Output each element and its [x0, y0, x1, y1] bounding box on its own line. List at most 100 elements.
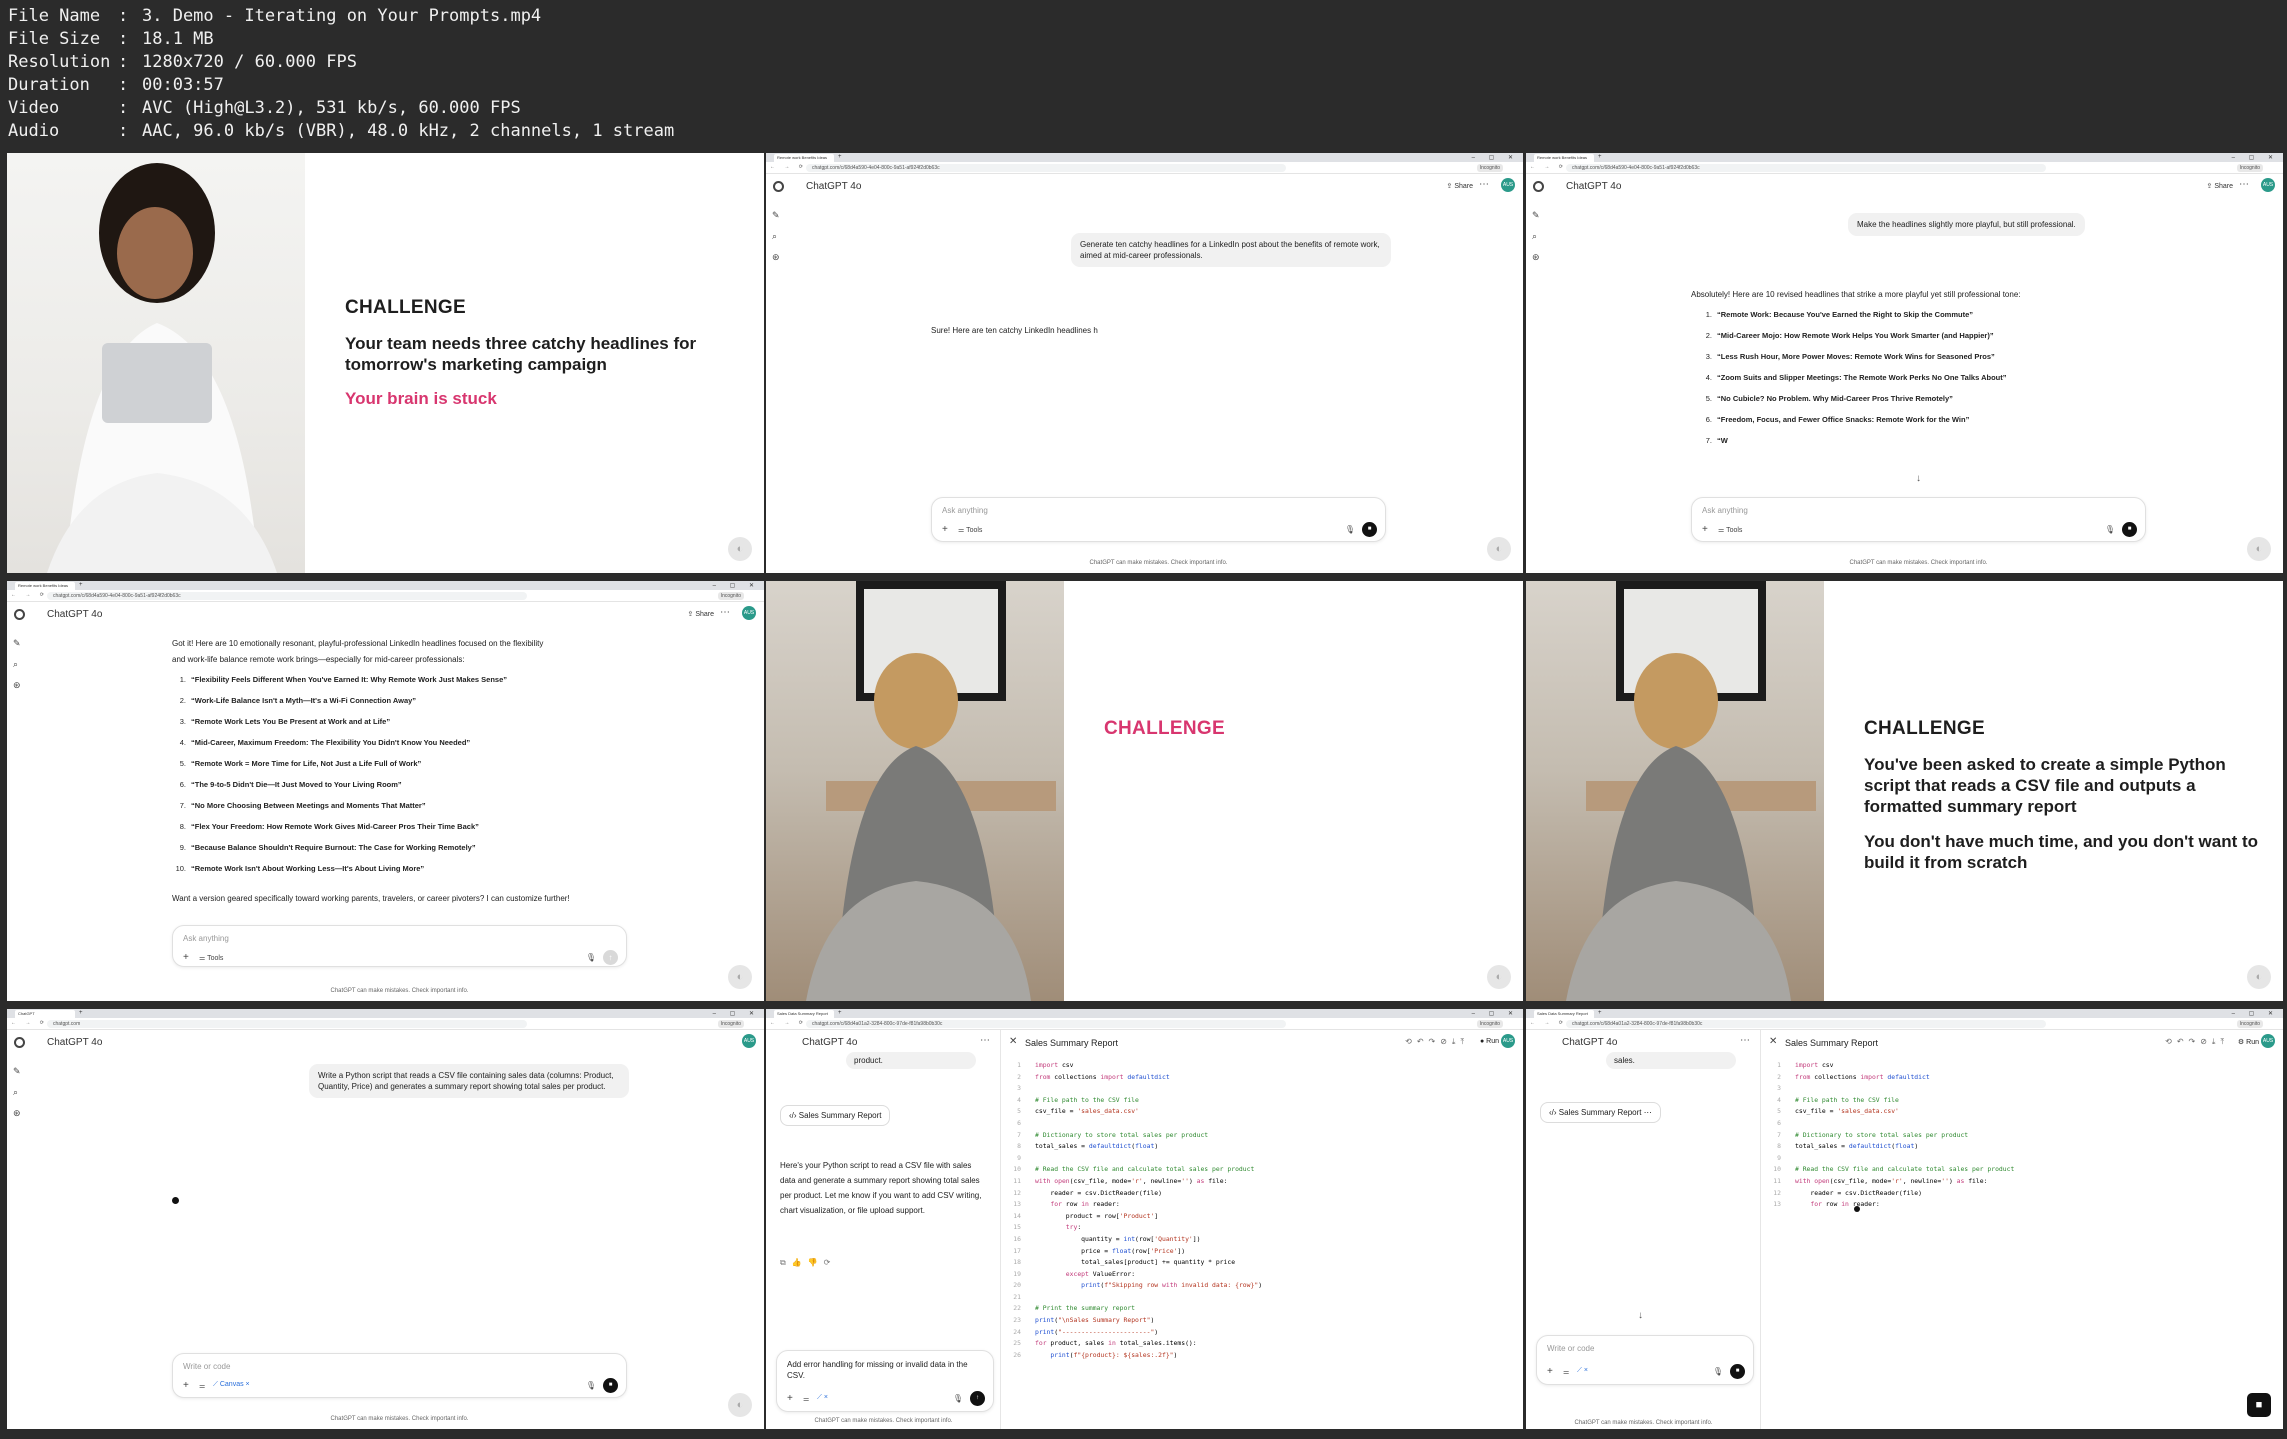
stop-icon[interactable]: ■ [2247, 1393, 2271, 1417]
disclaimer: ChatGPT can make mistakes. Check importa… [330, 1416, 469, 1422]
close-icon[interactable]: ✕ [1769, 1036, 1777, 1047]
code-editor[interactable]: 1 import csv 2 from collections import def… [1767, 1060, 2014, 1211]
code-editor[interactable]: 1 import csv 2 from collections import def… [1007, 1060, 1262, 1361]
stop-button[interactable]: ■ [603, 1378, 618, 1393]
thumbnail-canvas-full: Sales Data Summary Report + – ▢ ✕ ← → ⟳ cha… [766, 1009, 1523, 1429]
plus-icon[interactable]: + [787, 1393, 793, 1404]
more-icon[interactable]: ⋯ [980, 1035, 990, 1046]
stop-button[interactable]: ■ [1362, 522, 1377, 537]
mic-icon[interactable]: 🎙 [1713, 1367, 1723, 1376]
message-actions[interactable]: ⧉👍👎⟳ [780, 1258, 836, 1268]
share-button[interactable]: ⇪ Share [2207, 182, 2234, 190]
scroll-down-icon[interactable]: ↓ [1916, 473, 1921, 484]
list-item: 3. “Less Rush Hour, More Power Moves: Rem… [1705, 352, 1995, 361]
plus-icon[interactable]: + [183, 952, 189, 963]
mic-icon[interactable]: 🎙 [2105, 525, 2115, 534]
composer-input[interactable]: Write or code [1547, 1344, 1594, 1353]
tools-icon[interactable]: ⚌ [199, 1382, 205, 1390]
composer-input[interactable]: Ask anything [942, 506, 988, 515]
avatar[interactable]: AUS [742, 1034, 756, 1048]
chatgpt-logo-icon[interactable] [773, 181, 784, 192]
address-bar[interactable]: chatgpt.com [47, 1020, 527, 1028]
close-icon[interactable]: ✕ [1009, 1036, 1017, 1047]
tools-button[interactable]: ⚌ Tools [1718, 526, 1742, 534]
canvas-chip[interactable]: ⟋ × [817, 1394, 828, 1402]
mic-icon[interactable]: 🎙 [586, 1381, 596, 1390]
plus-icon[interactable]: + [942, 524, 948, 535]
browser-tab[interactable]: Sales Data Summary Report [774, 1010, 834, 1018]
address-bar[interactable]: chatgpt.com/c/68d4a01a2-3284-800c-97de-f… [806, 1020, 1286, 1028]
more-icon[interactable]: ⋯ [1740, 1035, 1750, 1046]
stop-button[interactable]: ■ [2122, 522, 2137, 537]
tools-icon[interactable]: ⚌ [1563, 1368, 1569, 1376]
sidebar-icons[interactable]: ✎ ⌕ ⊛ [1532, 205, 1542, 268]
list-item: 5. “No Cubicle? No Problem. Why Mid-Caree… [1705, 394, 1953, 403]
tools-button[interactable]: ⚌ Tools [958, 526, 982, 534]
canvas-toolbar-icons[interactable]: ⟲↶↷⊘⤓⤒ [1405, 1037, 1469, 1047]
avatar[interactable]: AUS [2261, 178, 2275, 192]
thumbnail-canvas-streaming: Sales Data Summary Report + – ▢ ✕ ← → ⟳ cha… [1526, 1009, 2283, 1429]
meta-row: File Size:18.1 MB [8, 29, 214, 49]
share-button[interactable]: ⇪ Share [688, 610, 715, 618]
user-message-tail: product. [846, 1052, 976, 1069]
model-selector[interactable]: ChatGPT 4o [806, 181, 861, 192]
sidebar-icons[interactable]: ✎ ⌕ ⊛ [772, 205, 782, 268]
canvas-doc-chip[interactable]: ‹/› Sales Summary Report ⋯ [1540, 1102, 1661, 1123]
plus-icon[interactable]: + [183, 1380, 189, 1391]
canvas-toolbar-icons[interactable]: ⟲↶↷⊘⤓⤒ [2165, 1037, 2229, 1047]
more-icon[interactable]: ⋯ [1479, 179, 1489, 190]
avatar[interactable]: AUS [1501, 1034, 1515, 1048]
model-selector[interactable]: ChatGPT 4o [47, 1037, 102, 1048]
browser-tab[interactable]: Remote work Benefits Ideas [15, 582, 75, 590]
browser-tab[interactable]: Sales Data Summary Report [1534, 1010, 1594, 1018]
canvas-chip[interactable]: ⟋ Canvas × [213, 1381, 250, 1389]
address-bar[interactable]: chatgpt.com/c/68d4a590-4e04-800c-9a51-af… [47, 592, 527, 600]
model-selector[interactable]: ChatGPT 4o [1566, 181, 1621, 192]
chatgpt-logo-icon[interactable] [14, 609, 25, 620]
tools-button[interactable]: ⚌ Tools [199, 954, 223, 962]
browser-tab[interactable]: Remote work Benefits Ideas [774, 154, 834, 162]
send-button[interactable]: ↑ [603, 950, 618, 965]
avatar[interactable]: AUS [742, 606, 756, 620]
more-icon[interactable]: ⋯ [2239, 179, 2249, 190]
incognito-badge: Incognito [717, 1020, 744, 1028]
canvas-title[interactable]: Sales Summary Report [1025, 1038, 1118, 1048]
address-bar[interactable]: chatgpt.com/c/68d4a590-4e04-800c-9a51-af… [806, 164, 1286, 172]
caption-icon: ◐ [1487, 537, 1511, 561]
send-button[interactable]: ↑ [970, 1391, 985, 1406]
run-button[interactable]: ● Run [1480, 1038, 1499, 1045]
chatgpt-logo-icon[interactable] [1533, 181, 1544, 192]
stop-button[interactable]: ■ [1730, 1364, 1745, 1379]
composer-input[interactable]: Add error handling for missing or invali… [787, 1359, 987, 1381]
sidebar-icons[interactable]: ✎ ⌕ ⊛ [13, 633, 23, 696]
plus-icon[interactable]: + [1702, 524, 1708, 535]
share-button[interactable]: ⇪ Share [1447, 182, 1474, 190]
plus-icon[interactable]: + [1547, 1366, 1553, 1377]
sidebar-icons[interactable]: ✎ ⌕ ⊛ [13, 1061, 23, 1124]
more-icon[interactable]: ⋯ [720, 607, 730, 618]
composer-input[interactable]: Write or code [183, 1362, 230, 1371]
canvas-title[interactable]: Sales Summary Report [1785, 1038, 1878, 1048]
avatar[interactable]: AUS [2261, 1034, 2275, 1048]
model-selector[interactable]: ChatGPT 4o [47, 609, 102, 620]
mic-icon[interactable]: 🎙 [1345, 525, 1355, 534]
thumbnail-slide-challenge-headlines: CHALLENGE Your team needs three catchy h… [7, 153, 764, 573]
chatgpt-logo-icon[interactable] [14, 1037, 25, 1048]
avatar[interactable]: AUS [1501, 178, 1515, 192]
canvas-chip[interactable]: ⟋ × [1577, 1367, 1588, 1375]
browser-tab[interactable]: ChatGPT [15, 1010, 75, 1018]
composer-input[interactable]: Ask anything [1702, 506, 1748, 515]
scroll-down-icon[interactable]: ↓ [1638, 1310, 1643, 1321]
mic-icon[interactable]: 🎙 [953, 1394, 963, 1403]
run-button[interactable]: ⚙ Run [2238, 1038, 2259, 1046]
tools-icon[interactable]: ⚌ [803, 1395, 809, 1403]
address-bar[interactable]: chatgpt.com/c/68d4a01a2-3284-800c-97de-f… [1566, 1020, 2046, 1028]
canvas-doc-chip[interactable]: ‹/› Sales Summary Report [780, 1105, 891, 1126]
model-selector[interactable]: ChatGPT 4o [1562, 1037, 1617, 1048]
address-bar[interactable]: chatgpt.com/c/68d4a590-4e04-800c-9a51-af… [1566, 164, 2046, 172]
composer-input[interactable]: Ask anything [183, 934, 229, 943]
model-selector[interactable]: ChatGPT 4o [802, 1037, 857, 1048]
mic-icon[interactable]: 🎙 [586, 953, 596, 962]
browser-tab[interactable]: Remote work Benefits Ideas [1534, 154, 1594, 162]
list-item: 6. “Freedom, Focus, and Fewer Office Snac… [1705, 415, 1970, 424]
